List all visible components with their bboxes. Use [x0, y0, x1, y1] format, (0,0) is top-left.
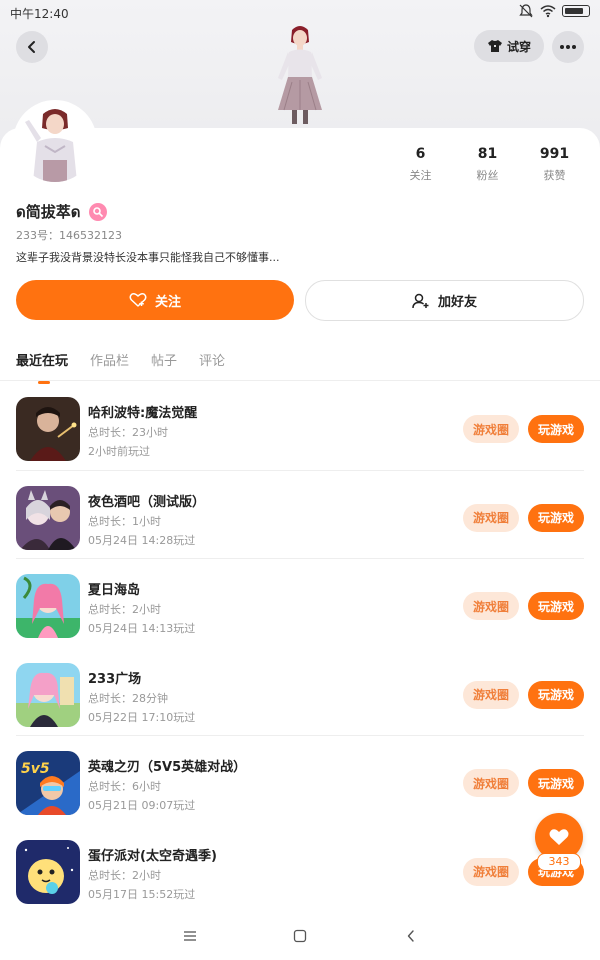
game-name: 英魂之刃（5V5英雄对战） — [88, 760, 247, 775]
tab-works[interactable]: 作品栏 — [90, 350, 129, 369]
game-last-played: 2小时前玩过 — [88, 445, 150, 458]
game-icon — [16, 662, 80, 727]
game-duration: 总时长：28分钟 — [88, 691, 168, 705]
profile-stats: 6 关注 81 粉丝 991 获赞 — [387, 146, 588, 183]
game-icon — [16, 839, 80, 904]
username-prefix: ด — [16, 203, 26, 221]
list-item[interactable]: 233广场 总时长：28分钟 05月22日 17:10玩过 游戏圈 玩游戏 — [0, 647, 600, 736]
stat-fans-count: 81 — [477, 146, 498, 162]
game-duration: 总时长：23小时 — [88, 426, 168, 439]
stat-fans-label: 粉丝 — [476, 169, 499, 182]
game-name: 夜色酒吧（测试版） — [88, 494, 206, 510]
home-nav-button[interactable] — [289, 926, 311, 946]
game-circle-button[interactable]: 游戏圈 — [463, 857, 519, 886]
game-last-played: 05月22日 17:10玩过 — [88, 710, 196, 724]
shirt-icon — [487, 40, 502, 52]
heart-plus-icon — [129, 293, 147, 307]
battery-icon — [562, 5, 590, 17]
list-item[interactable]: 哈利波特:魔法觉醒 总时长：23小时 2小时前玩过 游戏圈 玩游戏 — [0, 381, 600, 470]
add-friend-button[interactable]: 加好友 — [305, 280, 584, 321]
play-game-button[interactable]: 玩游戏 — [528, 680, 584, 709]
recent-games-list: 哈利波特:魔法觉醒 总时长：23小时 2小时前玩过 游戏圈 玩游戏 夜色酒吧（测… — [0, 381, 600, 912]
game-circle-button[interactable]: 游戏圈 — [463, 503, 519, 532]
game-icon — [16, 574, 80, 638]
username-suffix: ด — [70, 203, 81, 221]
character-figure — [278, 26, 322, 124]
username-main: 简拔萃 — [25, 203, 71, 221]
game-name: 蛋仔派对(太空奇遇季) — [88, 848, 217, 864]
avatar-image — [15, 102, 95, 182]
wifi-icon — [540, 5, 556, 18]
follow-button[interactable]: 关注 — [16, 280, 294, 320]
back-nav-button[interactable] — [400, 926, 422, 946]
game-last-played: 05月24日 14:28玩过 — [88, 533, 196, 547]
list-item[interactable]: 夏日海岛 总时长：2小时 05月24日 14:13玩过 游戏圈 玩游戏 — [0, 558, 600, 647]
back-arrow-icon — [28, 41, 35, 53]
tab-posts[interactable]: 帖子 — [151, 350, 177, 369]
game-duration: 总时长：6小时 — [88, 780, 161, 793]
menu-icon — [184, 931, 196, 941]
play-game-button[interactable]: 玩游戏 — [528, 592, 584, 620]
more-button[interactable] — [552, 31, 584, 63]
user-bio: 这辈子我没背景没特长没本事只能怪我自己不够懂事... — [16, 251, 280, 264]
list-item[interactable]: 5v5 英魂之刃（5V5英雄对战） 总时长：6小时 05月21日 09:07玩过… — [0, 735, 600, 824]
play-game-button[interactable]: 玩游戏 — [528, 769, 584, 797]
like-count-badge: 343 — [537, 853, 581, 871]
game-duration: 总时长：2小时 — [88, 603, 161, 616]
game-circle-button[interactable]: 游戏圈 — [463, 769, 519, 797]
list-item[interactable]: 蛋仔派对(太空奇遇季) 总时长：2小时 05月17日 15:52玩过 游戏圈 玩… — [0, 824, 600, 913]
game-name: 哈利波特:魔法觉醒 — [88, 406, 198, 421]
user-id: 233号：146532123 — [16, 229, 122, 242]
profile-tabs: 最近在玩 作品栏 帖子 评论 — [16, 350, 225, 384]
tab-recent[interactable]: 最近在玩 — [16, 350, 68, 384]
game-icon: 5v5 — [16, 751, 80, 815]
menu-nav-button[interactable] — [179, 926, 201, 946]
play-game-button[interactable]: 玩游戏 — [528, 503, 584, 532]
game-icon — [16, 485, 80, 550]
play-game-button[interactable]: 玩游戏 — [528, 415, 584, 443]
square-icon — [293, 929, 307, 943]
back-chevron-icon — [407, 930, 414, 942]
game-name: 233广场 — [88, 671, 142, 687]
game-last-played: 05月17日 15:52玩过 — [88, 887, 196, 901]
stat-likes-count: 991 — [539, 146, 570, 162]
stat-likes-label: 获赞 — [543, 169, 566, 182]
username-text: ด简拔萃ด — [16, 200, 81, 224]
more-dots-icon — [560, 45, 576, 49]
list-item[interactable]: 夜色酒吧（测试版） 总时长：1小时 05月24日 14:28玩过 游戏圈 玩游戏 — [0, 469, 600, 559]
stat-following-count: 6 — [415, 146, 426, 162]
tryon-label: 试穿 — [506, 39, 531, 54]
follow-label: 关注 — [154, 294, 181, 310]
stat-following-label: 关注 — [409, 169, 432, 182]
status-time: 中午12:40 — [10, 7, 69, 21]
add-user-icon — [412, 293, 429, 308]
avatar[interactable] — [15, 102, 95, 182]
stat-following[interactable]: 6 关注 — [387, 146, 454, 183]
game-name: 夏日海岛 — [88, 583, 141, 598]
svg-text:5v5: 5v5 — [21, 761, 50, 777]
username: ด简拔萃ด — [16, 200, 107, 224]
game-last-played: 05月21日 09:07玩过 — [88, 799, 196, 812]
gender-badge-icon — [88, 203, 107, 221]
back-button[interactable] — [16, 31, 48, 63]
stat-likes[interactable]: 991 获赞 — [521, 146, 588, 183]
game-duration: 总时长：2小时 — [88, 868, 161, 882]
heart-icon — [549, 829, 569, 845]
game-duration: 总时长：1小时 — [88, 514, 161, 528]
mute-bell-icon — [519, 4, 533, 18]
profile-page: 中午12:40 试穿 6 关注 81 粉丝 991 获赞 ด简拔萃ด 233号：… — [0, 0, 600, 960]
game-circle-button[interactable]: 游戏圈 — [463, 415, 519, 443]
tab-comments[interactable]: 评论 — [199, 350, 225, 369]
game-icon — [16, 397, 80, 461]
add-friend-label: 加好友 — [437, 295, 477, 310]
stat-fans[interactable]: 81 粉丝 — [454, 146, 521, 183]
game-last-played: 05月24日 14:13玩过 — [88, 622, 196, 635]
status-icons — [518, 4, 590, 18]
tryon-button[interactable]: 试穿 — [474, 30, 544, 62]
status-bar: 中午12:40 — [0, 0, 600, 24]
game-circle-button[interactable]: 游戏圈 — [463, 592, 519, 620]
system-nav-bar — [0, 912, 600, 960]
game-circle-button[interactable]: 游戏圈 — [463, 680, 519, 709]
